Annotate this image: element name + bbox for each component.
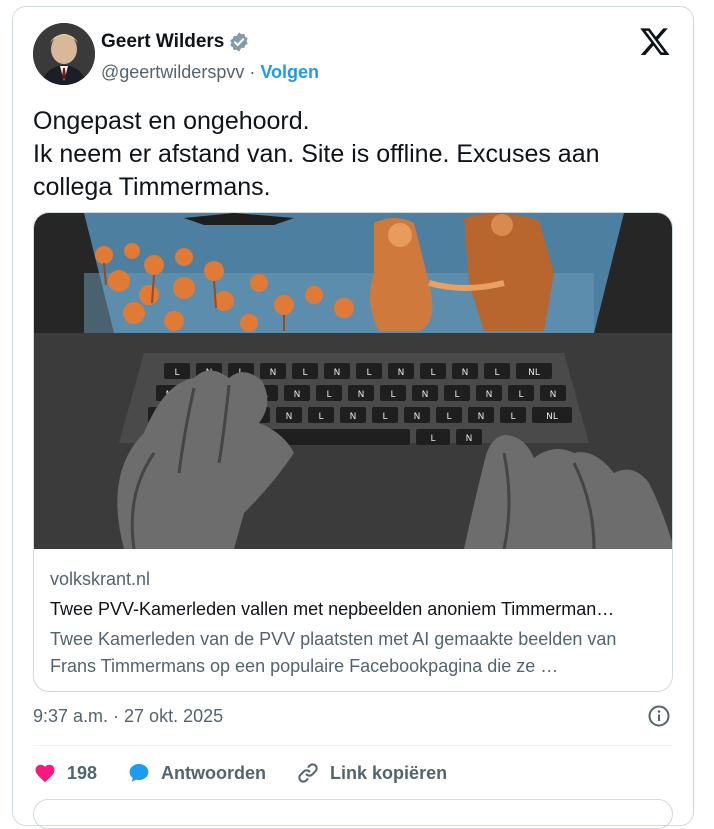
link-description: Twee Kamerleden van de PVV plaatsten met… [50,629,617,676]
info-icon[interactable] [647,704,671,728]
svg-text:L: L [174,368,179,378]
copy-link-button[interactable]: Link kopiëren [296,761,447,785]
svg-text:L: L [494,368,499,378]
avatar-portrait-icon [33,23,95,85]
svg-text:NL: NL [546,412,558,422]
svg-text:L: L [302,368,307,378]
link-icon [298,763,318,783]
reply-label: Antwoorden [161,762,267,783]
svg-text:N: N [466,434,473,444]
svg-text:L: L [430,434,435,444]
svg-text:N: N [350,412,357,422]
verified-badge-icon [228,31,250,53]
speech-bubble-icon [129,764,149,782]
follow-link[interactable]: Volgen [260,62,319,83]
copy-link-label: Link kopiëren [330,762,448,783]
svg-text:N: N [486,390,493,400]
svg-text:L: L [366,368,371,378]
svg-text:N: N [414,412,421,422]
svg-text:N: N [422,390,429,400]
svg-text:L: L [318,412,323,422]
svg-text:L: L [430,368,435,378]
like-count: 198 [67,762,98,783]
tweet-timestamp[interactable]: 9:37 a.m. · 27 okt. 2025 [33,706,223,727]
avatar[interactable] [33,23,95,85]
svg-text:L: L [510,412,515,422]
svg-text:L: L [390,390,395,400]
link-headline: Twee PVV-Kamerleden vallen met nepbeelde… [50,599,615,619]
svg-text:N: N [550,390,557,400]
read-replies-button[interactable] [33,799,673,829]
author-name[interactable]: Geert Wilders [101,31,224,53]
like-button[interactable]: 198 [33,761,97,785]
svg-text:N: N [286,412,293,422]
svg-text:L: L [326,390,331,400]
svg-text:L: L [382,412,387,422]
svg-text:N: N [270,368,277,378]
svg-text:L: L [446,412,451,422]
handle-separator: · [249,62,256,82]
svg-text:N: N [398,368,405,378]
heart-icon [35,764,55,783]
x-logo-icon[interactable] [639,25,671,57]
svg-text:N: N [294,390,301,400]
divider [33,745,673,746]
svg-text:L: L [518,390,523,400]
tweet-embed-card: Geert Wilders @geertwilderspvv · Volgen … [12,6,694,829]
svg-text:NL: NL [528,368,540,378]
link-preview-card[interactable]: LNL NLN LNL NLNL NLN LNL NLN LNL N NLN L… [33,212,673,692]
reply-button[interactable]: Antwoorden [127,761,266,785]
svg-text:N: N [478,412,485,422]
action-bar: 198 Antwoorden Link kopiëren [33,757,477,789]
svg-text:L: L [454,390,459,400]
link-domain: volkskrant.nl [50,569,151,589]
article-image: LNL NLN LNL NLNL NLN LNL NLN LNL N NLN L… [34,213,672,549]
tweet-text: Ongepast en ongehoord. Ik neem er afstan… [33,107,600,201]
svg-text:N: N [462,368,469,378]
svg-text:N: N [358,390,365,400]
svg-text:N: N [334,368,341,378]
author-handle[interactable]: @geertwilderspvv [101,62,244,83]
